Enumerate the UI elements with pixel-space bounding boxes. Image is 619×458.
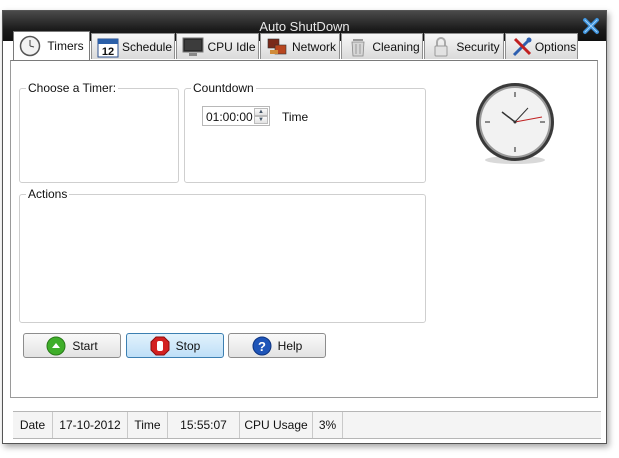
countdown-label: Countdown: [191, 81, 256, 95]
status-time-value: 15:55:07: [168, 412, 240, 438]
countdown-time-stepper[interactable]: 01:00:00 ▲ ▼: [202, 106, 270, 126]
status-bar: Date 17-10-2012 Time 15:55:07 CPU Usage …: [13, 411, 601, 439]
status-cpu-label: CPU Usage: [240, 412, 313, 438]
calendar-day: 12: [102, 46, 114, 58]
monitor-icon: [181, 36, 205, 58]
tab-label: Options: [534, 39, 577, 54]
tab-cpu-idle[interactable]: CPU Idle: [176, 33, 259, 59]
tab-timers[interactable]: Timers: [13, 31, 90, 61]
status-cpu-value: 3%: [313, 412, 343, 438]
tab-label: Network: [291, 39, 336, 54]
stepper-buttons: ▲ ▼: [254, 108, 268, 124]
stepper-up-icon[interactable]: ▲: [254, 108, 268, 116]
stepper-down-icon[interactable]: ▼: [254, 116, 268, 124]
svg-text:?: ?: [258, 339, 266, 354]
status-date-value: 17-10-2012: [53, 412, 128, 438]
countdown-group: Countdown: [184, 81, 426, 183]
lock-icon: [429, 36, 453, 58]
help-icon: ?: [252, 336, 272, 356]
start-button[interactable]: Start: [23, 333, 121, 358]
stop-hand-icon: [150, 336, 170, 356]
tab-cleaning[interactable]: Cleaning: [341, 33, 423, 59]
tab-label: Security: [456, 39, 500, 54]
tools-icon: [510, 36, 534, 58]
tab-network[interactable]: Network: [260, 33, 340, 59]
calendar-icon: 12: [96, 36, 120, 58]
status-time-label: Time: [128, 412, 168, 438]
network-icon: [265, 36, 289, 58]
choose-timer-label: Choose a Timer:: [26, 81, 119, 95]
tab-options[interactable]: Options: [505, 33, 578, 59]
analog-clock-icon: [474, 80, 556, 166]
tab-security[interactable]: Security: [424, 33, 504, 59]
tab-label: CPU Idle: [207, 39, 256, 54]
actions-label: Actions: [26, 187, 70, 201]
countdown-value[interactable]: 01:00:00: [206, 110, 253, 124]
trash-icon: [346, 36, 370, 58]
tab-schedule[interactable]: 12 Schedule: [91, 33, 175, 59]
tab-label: Timers: [47, 39, 84, 53]
help-button[interactable]: ? Help: [228, 333, 326, 358]
choose-timer-group: Choose a Timer:: [19, 81, 179, 183]
tab-label: Schedule: [121, 39, 173, 54]
clock-icon: [18, 35, 42, 57]
tab-strip: Timers 12 Schedule CPU Idle Network Clea…: [10, 31, 598, 61]
help-label: Help: [277, 338, 303, 353]
time-label: Time: [282, 110, 309, 124]
tab-label: Cleaning: [372, 39, 420, 54]
stop-button[interactable]: Stop: [126, 333, 224, 358]
start-icon: [46, 336, 66, 356]
start-label: Start: [72, 338, 98, 353]
actions-group: Actions: [19, 187, 426, 323]
stop-label: Stop: [175, 338, 201, 353]
status-date-label: Date: [13, 412, 53, 438]
